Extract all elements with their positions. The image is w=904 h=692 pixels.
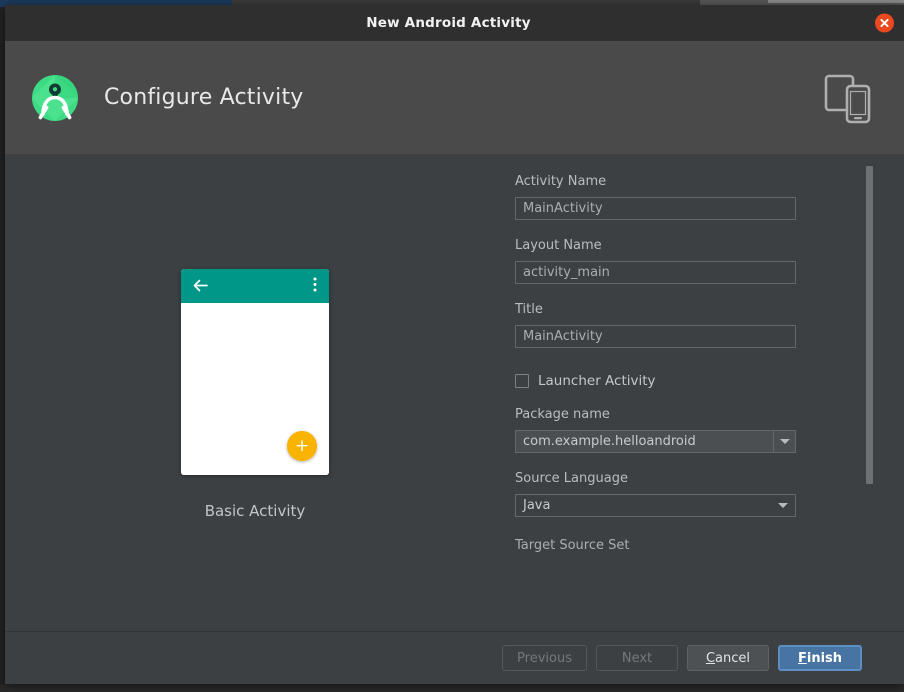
title-input[interactable]: MainActivity (515, 325, 796, 348)
activity-preview-pane: + Basic Activity (5, 154, 505, 631)
dialog-body: + Basic Activity Activity Name MainActiv… (5, 154, 904, 631)
launcher-activity-checkbox[interactable]: Launcher Activity (515, 373, 904, 389)
backdrop-window-strip-c (768, 0, 904, 3)
dialog-header: Configure Activity (5, 41, 904, 154)
package-name-combobox[interactable]: com.example.helloandroid (515, 430, 796, 453)
finish-mnemonic: F (797, 650, 807, 666)
next-button[interactable]: Next (596, 645, 678, 671)
checkbox-box[interactable] (515, 374, 529, 388)
previous-button[interactable]: Previous (502, 645, 587, 671)
dialog-footer: Previous Next Cancel Finish (5, 631, 904, 684)
finish-button[interactable]: Finish (778, 645, 862, 671)
layout-name-input[interactable]: activity_main (515, 261, 796, 284)
android-studio-logo-icon (27, 70, 83, 126)
source-language-label: Source Language (515, 471, 628, 486)
finish-label-rest: inish (806, 650, 843, 666)
new-android-activity-dialog: New Android Activity Configure Activity … (5, 5, 904, 684)
dialog-title: New Android Activity (366, 15, 531, 31)
form-scrollbar[interactable] (866, 159, 873, 572)
activity-name-input[interactable]: MainActivity (515, 197, 796, 220)
source-language-select[interactable]: Java (515, 494, 796, 517)
launcher-activity-label: Launcher Activity (538, 373, 656, 389)
form-scroll-region: Activity Name MainActivity Layout Name a… (515, 174, 904, 574)
target-source-set-label: Target Source Set (515, 538, 630, 553)
page-title: Configure Activity (104, 85, 304, 110)
chevron-down-icon[interactable] (773, 430, 796, 453)
layout-name-label: Layout Name (515, 238, 602, 253)
activity-preview-thumbnail[interactable]: + (181, 269, 329, 475)
cancel-label-rest: ancel (715, 650, 751, 666)
chevron-down-icon[interactable] (778, 503, 788, 508)
configure-activity-form: Activity Name MainActivity Layout Name a… (505, 154, 904, 631)
cancel-button[interactable]: Cancel (687, 645, 769, 671)
preview-appbar (181, 269, 329, 303)
preview-floating-action-button: + (287, 431, 317, 461)
activity-name-label: Activity Name (515, 174, 607, 189)
dialog-titlebar: New Android Activity (5, 5, 904, 41)
package-name-label: Package name (515, 407, 610, 422)
title-label: Title (515, 302, 543, 317)
more-vert-icon (313, 277, 317, 296)
preview-caption: Basic Activity (204, 502, 306, 520)
package-name-value[interactable]: com.example.helloandroid (515, 430, 773, 453)
source-language-value: Java (523, 498, 551, 513)
preview-content-area: + (181, 303, 329, 475)
cancel-mnemonic: C (705, 650, 716, 666)
form-scrollbar-thumb[interactable] (866, 166, 873, 484)
close-icon[interactable] (875, 13, 894, 33)
tablet-and-phone-icon (822, 70, 876, 126)
arrow-back-icon (193, 277, 208, 296)
